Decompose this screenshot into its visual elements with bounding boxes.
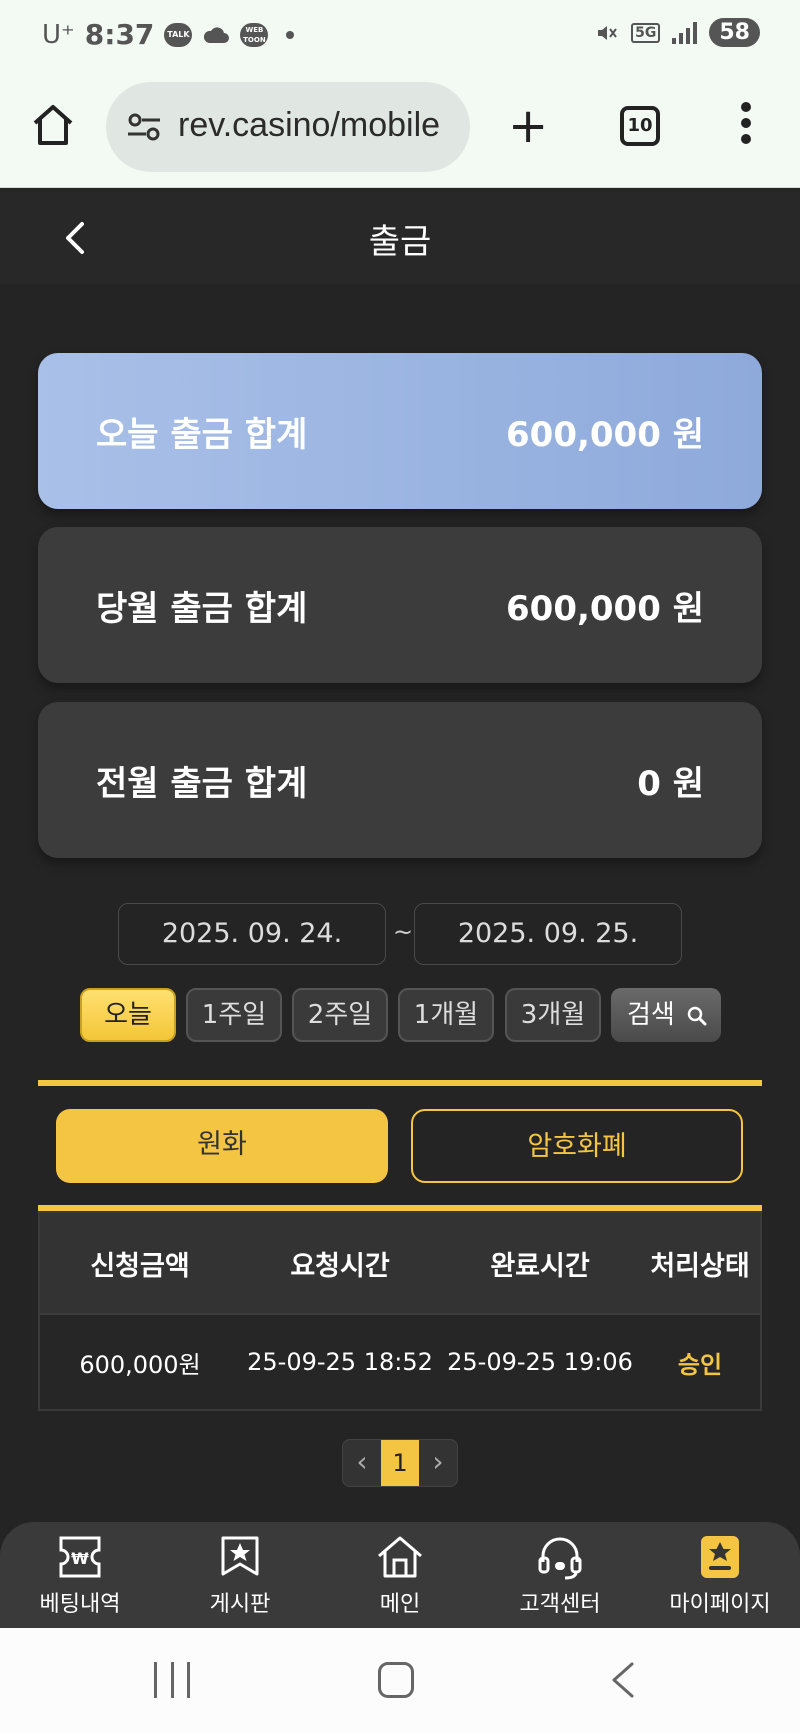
signal-icon [672, 21, 698, 44]
headset-icon [538, 1537, 582, 1580]
pagination: ‹ 1 › [342, 1439, 458, 1487]
month-withdraw-value: 600,000 원 [506, 589, 704, 629]
mypage-star-icon [701, 1536, 739, 1578]
row-amount: 600,000원 [79, 1350, 201, 1379]
tab-won[interactable]: 원화 [56, 1109, 388, 1183]
system-back-icon[interactable] [604, 1660, 644, 1700]
battery-indicator: 58 [709, 18, 760, 47]
header-status: 처리상태 [650, 1250, 750, 1282]
nav-label: 메인 [379, 1592, 421, 1617]
header-completed-time: 완료시간 [490, 1250, 590, 1282]
recents-button[interactable] [154, 1662, 190, 1698]
webtoon-notification-icon: WEB TOON [240, 22, 269, 47]
site-settings-icon[interactable] [126, 112, 162, 142]
today-withdraw-label: 오늘 출금 합계 [96, 415, 308, 455]
home-icon [378, 1536, 422, 1578]
nav-board[interactable]: 게시판 [170, 1534, 310, 1624]
nav-mypage[interactable]: 마이페이지 [650, 1534, 790, 1624]
mute-icon [598, 25, 617, 40]
today-withdraw-value: 600,000 원 [506, 415, 704, 455]
talk-notification-icon: TALK [164, 22, 193, 47]
status-left: U⁺ 8:37 TALK WEB TOON [42, 18, 295, 51]
new-tab-button[interactable]: + [508, 102, 548, 150]
nav-betting-history[interactable]: ₩ 베팅내역 [10, 1534, 150, 1624]
next-page-button[interactable]: › [419, 1440, 457, 1486]
nav-main[interactable]: 메인 [330, 1534, 470, 1624]
start-date-input[interactable]: 2025. 09. 24. [118, 903, 386, 965]
clock: 8:37 [84, 18, 155, 51]
page-1-button[interactable]: 1 [381, 1440, 419, 1486]
divider [38, 1080, 762, 1086]
nav-label: 고객센터 [519, 1592, 601, 1617]
status-right: 5G 58 [595, 18, 760, 47]
header-amount: 신청금액 [90, 1250, 190, 1282]
prev-month-withdraw-card: 전월 출금 합계 0 원 [38, 702, 762, 858]
browser-menu-icon[interactable] [740, 102, 752, 148]
row-status: 승인 [677, 1350, 723, 1379]
ticket-won-icon: ₩ [59, 1536, 101, 1578]
search-button-label: 검색 [627, 1000, 675, 1030]
tab-crypto[interactable]: 암호화폐 [411, 1109, 743, 1183]
header-requested-time: 요청시간 [290, 1250, 390, 1282]
more-notifications-dot [286, 30, 295, 39]
address-bar[interactable]: rev.casino/mobile [106, 82, 470, 172]
period-3month-button[interactable]: 3개월 [505, 988, 601, 1042]
period-1month-button[interactable]: 1개월 [398, 988, 494, 1042]
end-date-input[interactable]: 2025. 09. 25. [414, 903, 682, 965]
prev-month-withdraw-label: 전월 출금 합계 [96, 764, 308, 804]
page-title: 출금 [368, 222, 432, 262]
browser-toolbar: rev.casino/mobile + 10 [0, 72, 800, 188]
withdraw-history-table: 신청금액 요청시간 완료시간 처리상태 600,000원 25-09-25 18… [38, 1211, 762, 1411]
nav-customer-center[interactable]: 고객센터 [490, 1534, 630, 1624]
row-completed-time: 25-09-25 19:06 [447, 1348, 633, 1376]
search-icon [687, 1006, 707, 1026]
date-range-separator: ~ [393, 918, 414, 946]
status-bar: U⁺ 8:37 TALK WEB TOON 5G 58 [0, 0, 800, 72]
bottom-navigation: ₩ 베팅내역 게시판 메인 고객센터 마이페이지 [0, 1522, 800, 1628]
prev-month-withdraw-value: 0 원 [637, 764, 704, 804]
nav-label: 베팅내역 [39, 1592, 121, 1617]
svg-text:₩: ₩ [71, 1549, 89, 1568]
table-header: 신청금액 요청시간 완료시간 처리상태 [40, 1213, 760, 1313]
today-withdraw-card: 오늘 출금 합계 600,000 원 [38, 353, 762, 509]
nav-label: 게시판 [209, 1592, 271, 1617]
carrier-label: U⁺ [42, 19, 75, 50]
bookmark-star-icon [221, 1536, 259, 1576]
table-row: 600,000원 25-09-25 18:52 25-09-25 19:06 승… [40, 1313, 760, 1409]
tab-switcher-button[interactable]: 10 [620, 106, 660, 146]
search-button[interactable]: 검색 [611, 988, 721, 1042]
prev-page-button[interactable]: ‹ [343, 1440, 381, 1486]
network-type: 5G [631, 22, 661, 43]
url-text: rev.casino/mobile [178, 106, 441, 144]
month-withdraw-card: 당월 출금 합계 600,000 원 [38, 527, 762, 683]
system-home-button[interactable] [378, 1662, 414, 1698]
period-2week-button[interactable]: 2주일 [292, 988, 388, 1042]
period-today-button[interactable]: 오늘 [80, 988, 176, 1042]
nav-label: 마이페이지 [669, 1592, 771, 1617]
period-1week-button[interactable]: 1주일 [186, 988, 282, 1042]
system-navigation-bar [0, 1628, 800, 1734]
cloud-icon [204, 26, 230, 43]
browser-home-icon[interactable] [30, 102, 76, 148]
row-requested-time: 25-09-25 18:52 [247, 1348, 433, 1376]
month-withdraw-label: 당월 출금 합계 [96, 589, 308, 629]
app-header: 출금 [0, 190, 800, 284]
